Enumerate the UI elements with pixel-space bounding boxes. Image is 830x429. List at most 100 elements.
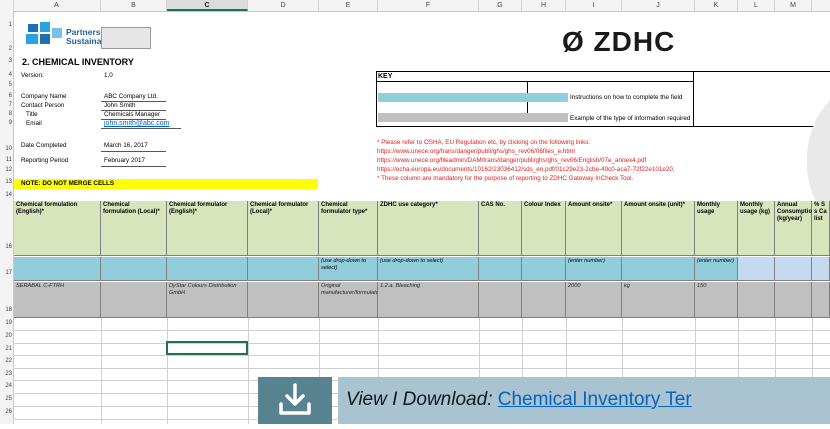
partnership-logo <box>26 22 66 52</box>
header-cell-monthly-usage-kg[interactable]: Monthly usage (kg) <box>738 201 775 256</box>
key-instructions-label: Instructions on how to complete the fiel… <box>570 94 683 101</box>
key-instructions-swatch <box>378 93 568 102</box>
row-header[interactable]: 11 <box>0 157 12 163</box>
row-header[interactable]: 18 <box>0 307 12 313</box>
row-header[interactable]: 3 <box>0 58 12 64</box>
example-cell[interactable] <box>812 282 830 318</box>
select-all-corner[interactable] <box>0 0 14 11</box>
note-banner: NOTE: DO NOT MERGE CELLS <box>14 179 318 189</box>
column-header-g[interactable]: G <box>479 0 522 11</box>
row-header[interactable]: 17 <box>0 270 12 276</box>
example-cell[interactable] <box>101 282 167 318</box>
header-cell-formulation-local[interactable]: Chemical formulation (Local)* <box>101 201 167 256</box>
row-header[interactable]: 4 <box>0 72 12 78</box>
example-cell[interactable] <box>248 282 319 318</box>
header-cell-formulator-english[interactable]: Chemical formulator (English)* <box>167 201 248 256</box>
row-header[interactable]: 22 <box>0 358 12 364</box>
row-header[interactable]: 5 <box>0 82 12 88</box>
key-link-unece-ghs[interactable]: https://www.unece.org/trans/danger/publi… <box>377 148 575 156</box>
row-header[interactable]: 1 <box>0 22 12 28</box>
column-header-j[interactable]: J <box>622 0 695 11</box>
row-header[interactable]: 7 <box>0 102 12 108</box>
key-link-unece-annex[interactable]: https://www.unece.org/fileadmin/DAM/tran… <box>377 157 646 165</box>
row-header[interactable]: 9 <box>0 120 12 126</box>
row-header[interactable]: 16 <box>0 244 12 250</box>
row-header[interactable]: 26 <box>0 409 12 415</box>
instruction-cell-amount-onsite[interactable]: (enter number) <box>566 257 622 281</box>
row-header[interactable]: 12 <box>0 167 12 173</box>
header-cell-cas-no[interactable]: CAS No. <box>479 201 522 256</box>
column-header-h[interactable]: H <box>522 0 566 11</box>
row-header[interactable]: 21 <box>0 346 12 352</box>
row-header[interactable]: 8 <box>0 111 12 117</box>
download-banner-text: View I Download: Chemical Inventory Ter <box>346 388 692 412</box>
download-template-link[interactable]: Chemical Inventory Ter <box>498 389 692 410</box>
column-header-b[interactable]: B <box>101 0 167 11</box>
column-header-i[interactable]: I <box>566 0 622 11</box>
instruction-cell[interactable] <box>522 257 566 281</box>
header-cell-amount-onsite[interactable]: Amount onsite* <box>566 201 622 256</box>
instruction-cell[interactable] <box>479 257 522 281</box>
row-header[interactable]: 13 <box>0 179 12 185</box>
header-cell-annual-consumption[interactable]: Annual Consumption (kg/year) <box>775 201 816 256</box>
column-header-d[interactable]: D <box>248 0 319 11</box>
example-cell-formulator-type[interactable]: Original manufacturer/formulator <box>319 282 381 318</box>
title-label: Title <box>26 111 38 118</box>
download-button[interactable] <box>258 377 332 424</box>
column-header-m[interactable]: M <box>775 0 812 11</box>
header-cell-formulator-local[interactable]: Chemical formulator (Local)* <box>248 201 319 256</box>
example-cell[interactable] <box>522 282 566 318</box>
download-banner: View I Download: Chemical Inventory Ter <box>338 377 830 424</box>
column-header-c[interactable]: C <box>167 0 248 11</box>
row-header[interactable]: 10 <box>0 146 12 152</box>
email-link[interactable]: john.smith@abc.com <box>104 119 169 128</box>
row-header[interactable]: 24 <box>0 383 12 389</box>
example-cell[interactable] <box>775 282 812 318</box>
example-cell-monthly[interactable]: 150 <box>695 282 738 318</box>
header-cell-monthly-usage[interactable]: Monthly usage <box>695 201 738 256</box>
download-icon <box>279 383 311 415</box>
row-header[interactable]: 23 <box>0 371 12 377</box>
column-header-e[interactable]: E <box>319 0 378 11</box>
column-header-l[interactable]: L <box>738 0 775 11</box>
row-header[interactable]: 14 <box>0 192 12 198</box>
instruction-cell[interactable] <box>248 257 319 281</box>
instruction-cell-monthly-usage[interactable]: (enter number) <box>695 257 738 281</box>
example-cell-formulator[interactable]: DyStar Colours Distribution GmbH <box>167 282 248 318</box>
row-header[interactable]: 6 <box>0 93 12 99</box>
row-header[interactable]: 19 <box>0 320 12 326</box>
instruction-cell[interactable] <box>738 257 775 281</box>
key-link-echa[interactable]: https://echa.europa.eu/documents/10162/2… <box>377 166 675 174</box>
example-cell[interactable] <box>479 282 522 318</box>
instruction-cell[interactable] <box>101 257 167 281</box>
instruction-cell-formulator-type[interactable]: (use drop-down to select) <box>319 257 378 281</box>
header-cell-amount-onsite-unit[interactable]: Amount onsite (unit)* <box>622 201 695 256</box>
row-header[interactable]: 20 <box>0 333 12 339</box>
row-header[interactable]: 2 <box>0 46 12 52</box>
instruction-cell[interactable] <box>14 257 101 281</box>
header-cell-percent-list[interactable]: % S s Ca list <box>812 201 830 256</box>
example-cell[interactable] <box>738 282 775 318</box>
instruction-cell-use-category[interactable]: (use drop-down to select) <box>378 257 479 281</box>
key-note: * Please refer to OSHA, EU Regulation et… <box>377 139 591 146</box>
column-header-k[interactable]: K <box>695 0 738 11</box>
example-cell-formulation[interactable]: SERABAL C-FTRH <box>14 282 101 318</box>
date-value: March 16, 2017 <box>104 142 148 149</box>
instruction-cell[interactable] <box>812 257 830 281</box>
header-cell-formulator-type[interactable]: Chemical formulator type* <box>319 201 378 256</box>
example-cell-use-category[interactable]: 1.2.a. Bleaching <box>378 282 479 318</box>
instruction-cell[interactable] <box>167 257 248 281</box>
header-cell-colour-index[interactable]: Colour Index <box>522 201 566 256</box>
column-header-a[interactable]: A <box>13 0 101 11</box>
partnership-logo-mark <box>26 22 62 44</box>
header-cell-formulation-english[interactable]: Chemical formulation (English)* <box>14 201 101 256</box>
selected-cell[interactable] <box>166 341 248 355</box>
download-banner-sep: : <box>487 389 498 410</box>
header-cell-zdhc-use-category[interactable]: ZDHC use category* <box>378 201 479 256</box>
instruction-cell[interactable] <box>622 257 695 281</box>
example-cell-amount[interactable]: 2000 <box>566 282 622 318</box>
row-header[interactable]: 25 <box>0 396 12 402</box>
column-header-f[interactable]: F <box>378 0 479 11</box>
example-cell-unit[interactable]: kg <box>622 282 695 318</box>
instruction-cell[interactable] <box>775 257 812 281</box>
